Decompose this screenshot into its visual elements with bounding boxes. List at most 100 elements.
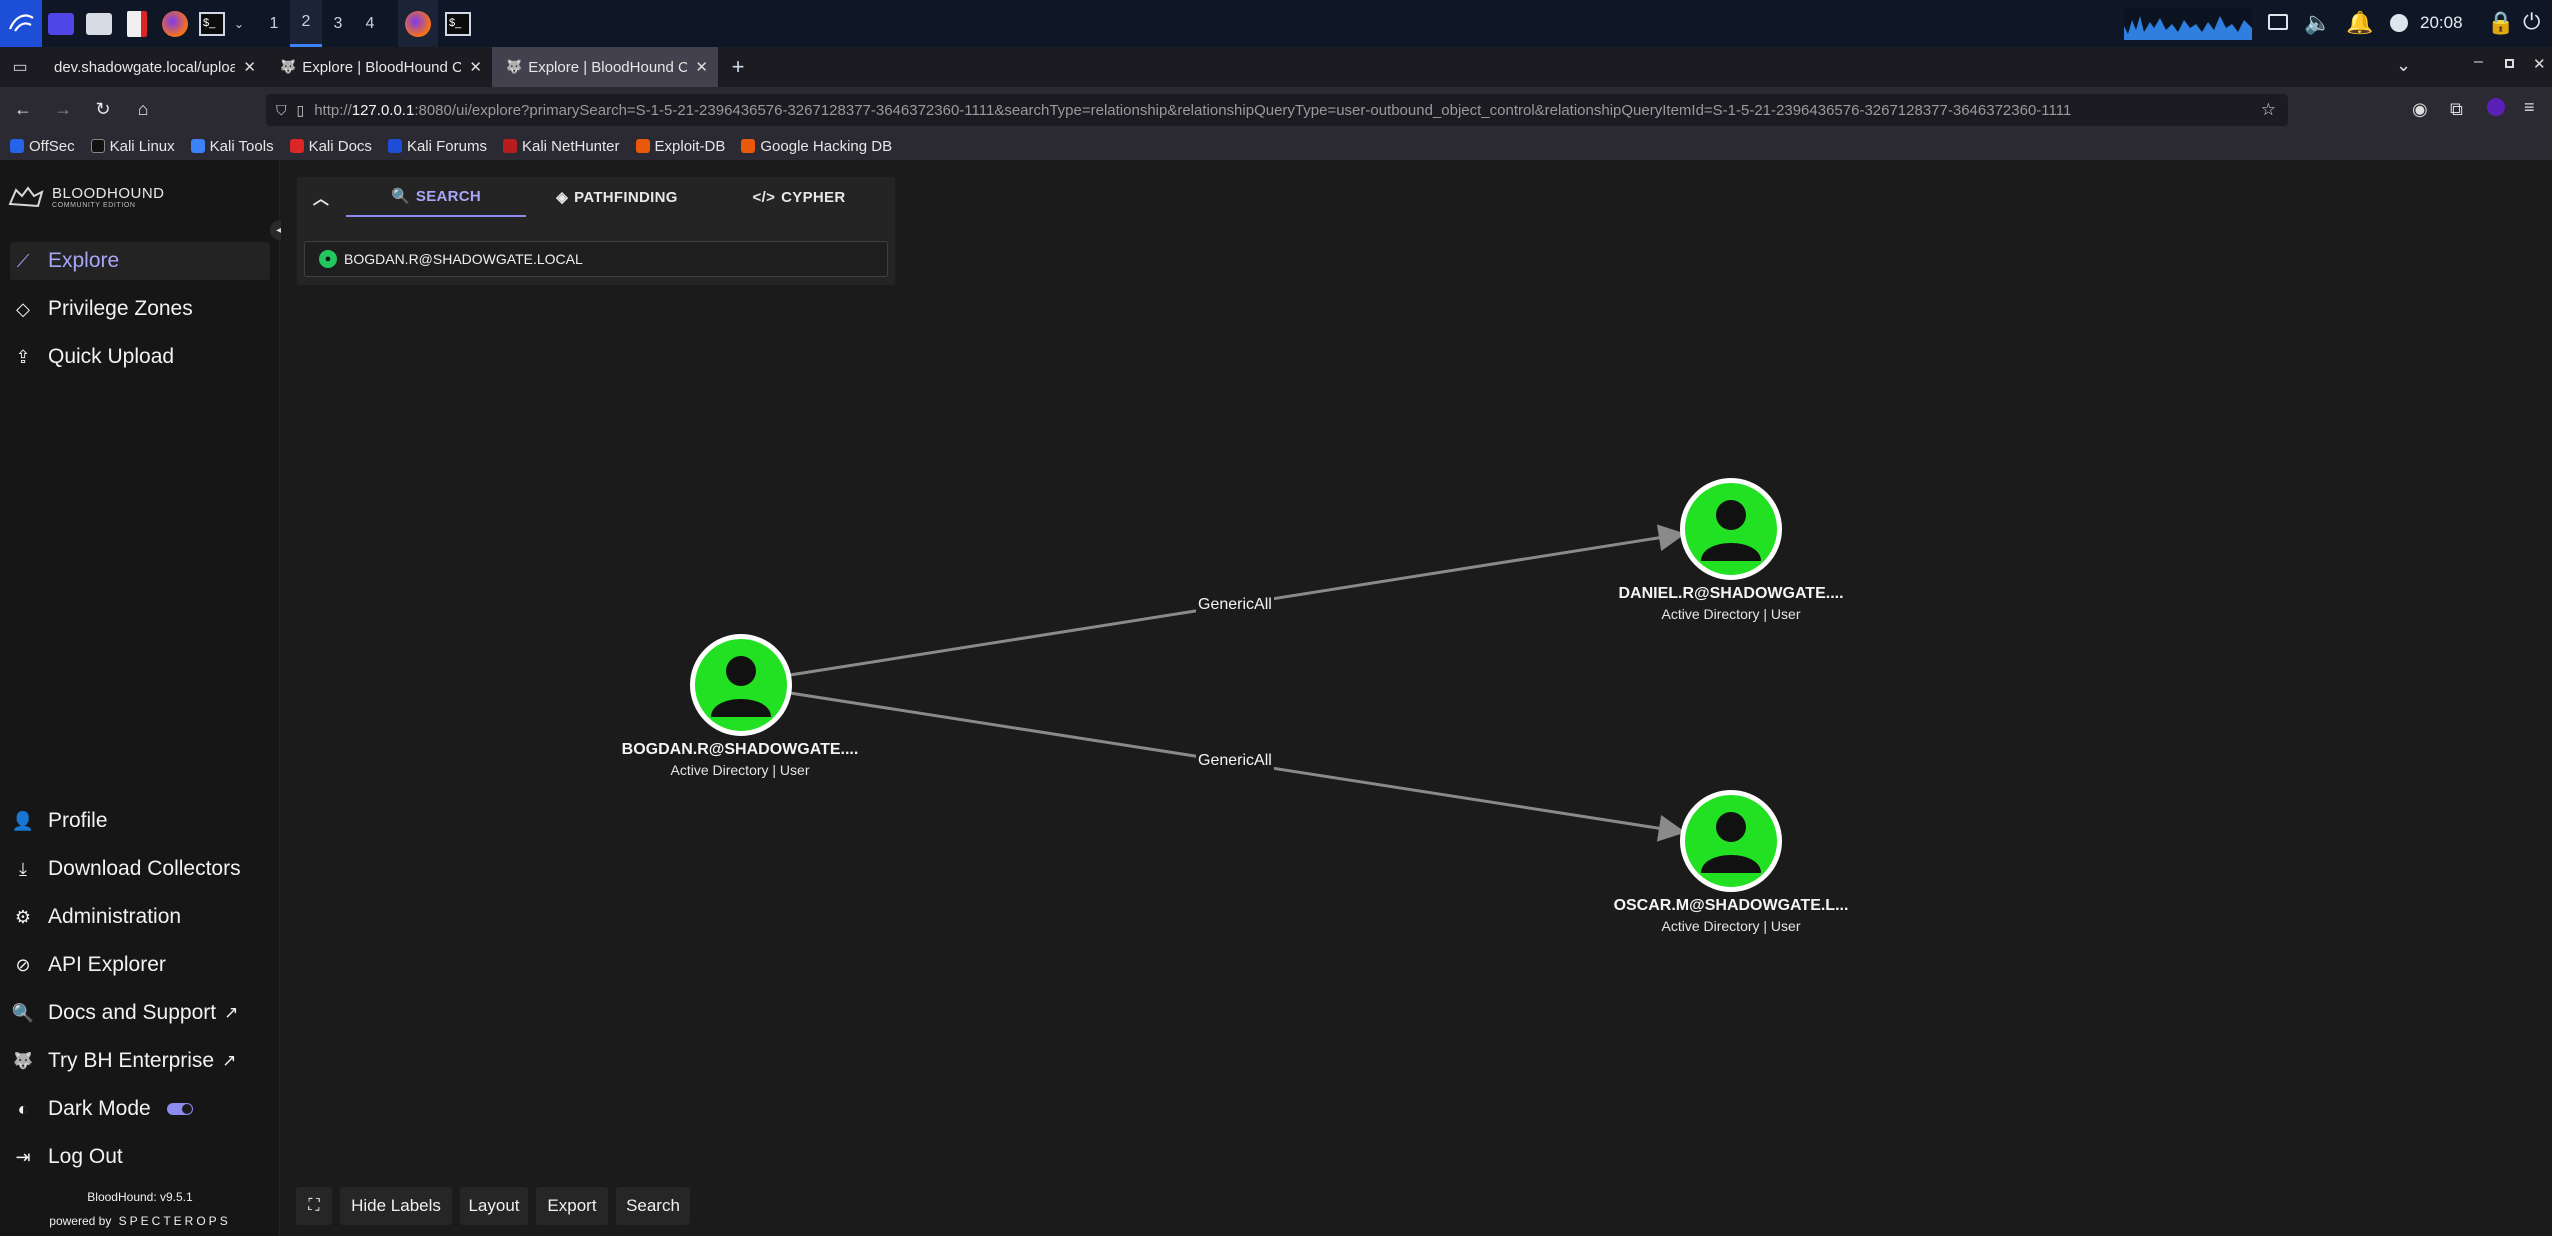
tab-overview-icon[interactable]: ▭	[0, 47, 40, 87]
workspace-1[interactable]: 1	[258, 0, 290, 47]
bookmark-label: Kali Docs	[308, 137, 372, 155]
display-icon[interactable]	[2268, 14, 2288, 30]
list-tabs-icon[interactable]: ⌄	[2396, 55, 2411, 76]
reload-icon[interactable]: ↻	[86, 93, 120, 127]
close-icon[interactable]: ✕	[243, 58, 256, 76]
firefox-window-icon[interactable]	[398, 0, 438, 47]
hide-labels-button[interactable]: Hide Labels	[340, 1187, 452, 1225]
nav-log-out[interactable]: ⇥ Log Out	[10, 1138, 270, 1176]
close-window-icon[interactable]: ✕	[2533, 55, 2546, 73]
nav-download-collectors[interactable]: ⤓ Download Collectors	[10, 850, 270, 888]
terminal-launcher-icon[interactable]: $_	[194, 0, 230, 47]
node-label[interactable]: OSCAR.M@SHADOWGATE.L...	[1581, 897, 1881, 915]
node-label[interactable]: BOGDAN.R@SHADOWGATE....	[590, 741, 890, 759]
nav-quick-upload[interactable]: ⇪ Quick Upload	[10, 338, 270, 376]
export-button[interactable]: Export	[536, 1187, 608, 1225]
nav-label: Profile	[48, 809, 108, 832]
external-link-icon: ↗	[222, 1051, 237, 1070]
notifications-icon[interactable]: 🔔	[2346, 10, 2373, 36]
forward-icon[interactable]: →	[46, 93, 80, 127]
bloodhound-logo-icon	[8, 186, 44, 208]
browser-nav-bar: ← → ↻ ⌂ ⛉ ▯ http://127.0.0.1:8080/ui/exp…	[0, 87, 2552, 132]
graph-search-button[interactable]: Search	[616, 1187, 690, 1225]
nav-docs-and-support[interactable]: 🔍 Docs and Support ↗	[10, 994, 270, 1032]
close-icon[interactable]: ✕	[469, 58, 482, 76]
nav-dark-mode[interactable]: ◐ Dark Mode	[10, 1090, 270, 1128]
bookmark-star-icon[interactable]: ☆	[2261, 100, 2276, 120]
kali-icon	[90, 139, 105, 153]
tab-pathfinding[interactable]: ◈ PATHFINDING	[526, 177, 708, 217]
home-icon[interactable]: ⌂	[126, 93, 160, 127]
chevron-down-icon[interactable]: ⌄	[230, 0, 248, 47]
power-icon[interactable]: ⏻	[2523, 9, 2540, 35]
firefox-launcher-icon[interactable]	[156, 0, 194, 47]
account-icon[interactable]: ◉	[2412, 99, 2428, 120]
contrast-icon: ◐	[17, 1098, 29, 1119]
file-manager-icon[interactable]	[80, 0, 118, 47]
shield-icon[interactable]: ⛉	[276, 102, 287, 119]
nav-administration[interactable]: ⚙ Administration	[10, 898, 270, 936]
person-icon: 👤	[11, 810, 35, 831]
layout-button[interactable]: Layout	[460, 1187, 528, 1225]
nav-label: Explore	[48, 249, 120, 272]
search-input[interactable]: ● BOGDAN.R@SHADOWGATE.LOCAL	[304, 241, 888, 277]
menu-icon[interactable]: ≡	[2524, 97, 2535, 118]
extension-addon-icon[interactable]	[2487, 98, 2505, 116]
volume-icon[interactable]: 🔈	[2304, 10, 2331, 36]
nav-explore[interactable]: ⟋ Explore	[10, 242, 270, 280]
workspace-3[interactable]: 3	[322, 0, 354, 47]
terminal-window-icon[interactable]: $_	[438, 0, 478, 47]
nav-label: Quick Upload	[48, 345, 175, 368]
bloodhound-logo[interactable]: BLOODHOUND COMMUNITY EDITION	[8, 182, 165, 212]
node-bogdan[interactable]	[690, 634, 792, 736]
bookmark-google-hacking-db[interactable]: Google Hacking DB	[741, 138, 892, 155]
page-icon[interactable]: ▯	[297, 102, 305, 119]
graph-edges	[789, 524, 1686, 842]
bookmark-kali-forums[interactable]: Kali Forums	[387, 138, 487, 155]
lock-icon[interactable]: 🔒	[2487, 10, 2514, 36]
tab-cypher[interactable]: </> CYPHER	[708, 177, 890, 217]
user-icon	[1701, 500, 1761, 561]
bookmark-kali-nethunter[interactable]: Kali NetHunter	[502, 138, 620, 155]
minimize-icon[interactable]: –	[2474, 53, 2483, 71]
nav-api-explorer[interactable]: ⊘ API Explorer	[10, 946, 270, 984]
bookmark-exploit-db[interactable]: Exploit-DB	[635, 138, 725, 155]
bookmark-kali-docs[interactable]: Kali Docs	[289, 137, 372, 155]
crop-button[interactable]: ⛶	[296, 1187, 332, 1225]
new-tab-icon[interactable]: +	[718, 47, 758, 87]
extensions-icon[interactable]: ⧉	[2450, 99, 2463, 120]
edge-label[interactable]: GenericAll	[1196, 752, 1274, 770]
node-label[interactable]: DANIEL.R@SHADOWGATE....	[1581, 585, 1881, 603]
external-link-icon: ↗	[224, 1003, 239, 1022]
bloodhound-favicon-icon: 🐺	[280, 59, 297, 74]
bookmark-label: Google Hacking DB	[760, 137, 893, 155]
tab-explore-2[interactable]: 🐺 Explore | BloodHound Co ✕	[492, 47, 718, 87]
nav-label: Download Collectors	[48, 857, 241, 880]
edge-label[interactable]: GenericAll	[1196, 596, 1274, 614]
nav-try-bh-enterprise[interactable]: 🐺 Try BH Enterprise ↗	[10, 1042, 270, 1080]
tab-upload[interactable]: dev.shadowgate.local/uploac ✕	[40, 47, 266, 87]
bookmark-offsec[interactable]: OffSec	[10, 138, 75, 155]
node-daniel[interactable]	[1680, 478, 1782, 580]
tab-search[interactable]: 🔍 SEARCH	[346, 177, 526, 217]
clock[interactable]: 20:08	[2420, 13, 2463, 33]
bookmark-kali-linux[interactable]: Kali Linux	[90, 138, 175, 155]
tab-explore-1[interactable]: 🐺 Explore | BloodHound Co ✕	[266, 47, 492, 87]
graph-canvas[interactable]	[281, 160, 2552, 1236]
text-editor-icon[interactable]	[118, 0, 156, 47]
node-oscar[interactable]	[1680, 790, 1782, 892]
back-icon[interactable]: ←	[6, 93, 40, 127]
nav-profile[interactable]: 👤 Profile	[10, 802, 270, 840]
close-icon[interactable]: ✕	[695, 58, 708, 76]
url-bar[interactable]: ⛉ ▯ http://127.0.0.1:8080/ui/explore?pri…	[266, 94, 2288, 126]
bookmark-kali-tools[interactable]: Kali Tools	[190, 138, 274, 155]
pathfinding-icon: ◈	[556, 189, 569, 206]
workspace-2[interactable]: 2	[290, 0, 322, 47]
dark-mode-toggle[interactable]	[166, 1103, 193, 1115]
kali-menu-icon[interactable]	[0, 0, 42, 47]
workspace-4[interactable]: 4	[354, 0, 386, 47]
nav-privilege-zones[interactable]: ◇ Privilege Zones	[10, 290, 270, 328]
collapse-panel-button[interactable]: ︿	[297, 177, 345, 217]
maximize-icon[interactable]	[2505, 59, 2514, 68]
show-desktop-icon[interactable]	[42, 0, 80, 47]
